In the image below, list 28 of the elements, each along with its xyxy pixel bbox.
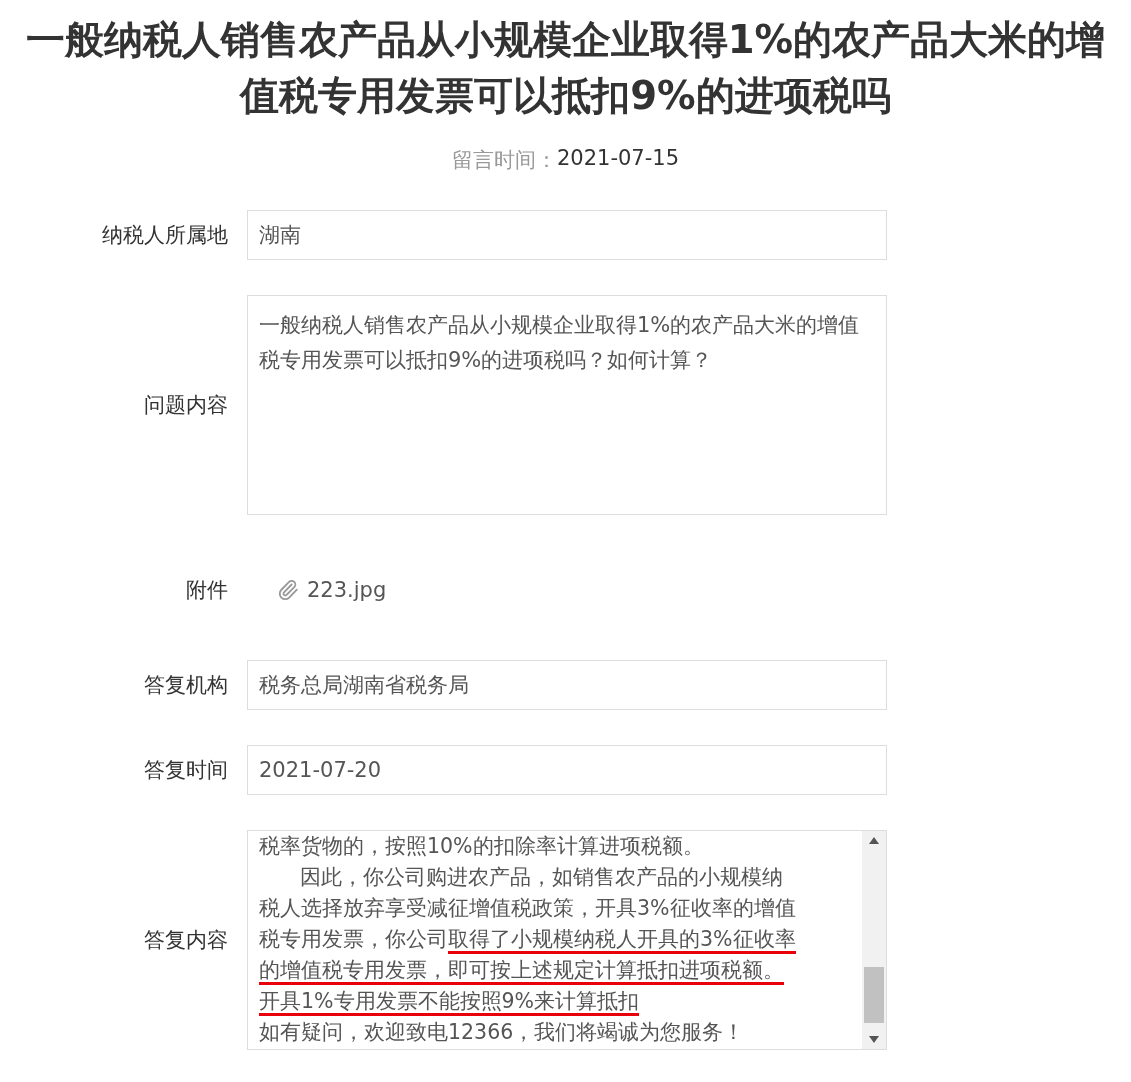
field-label: 答复内容 [144, 927, 228, 954]
page-title: 一般纳税人销售农产品从小规模企业取得1%的农产品大米的增值税专用发票可以抵扣9%的进项税吗 [24, 16, 1107, 120]
answer-text: 如有疑问，欢迎致电12366，我们将竭诚为您服务！ [259, 1020, 745, 1044]
answer-text-area[interactable]: 税率货物的，按照10%的扣除率计算进项税额。 因此，你公司购进农产品，如销售农产品的小规模纳 税人选择放弃享受减征增值税政策，开具3%征收率的增值 税专用发票，你公司取得了小规模纳税人开具的3%征收率 的增值税专用发票，即可按上述规定计算抵扣进项税额。 开具1%专用发票不能按照9%来计算抵扣 如有疑问，欢迎致电12366，我们将竭诚为您服务！ [247, 830, 887, 1050]
attachment-link[interactable]: 223.jpg [307, 578, 387, 602]
text-area[interactable]: 一般纳税人销售农产品从小规模企业取得1%的农产品大米的增值税专用发票可以抵扣9%的进项税吗？如何计算？ [247, 295, 887, 515]
text-field[interactable]: 2021-07-20 [247, 745, 887, 795]
meta-date: 2021-07-15 [556, 146, 679, 172]
text-field[interactable]: 湖南 [247, 210, 887, 260]
field-label: 纳税人所属地 [102, 222, 228, 249]
scrollbar[interactable] [862, 831, 886, 1049]
scroll-up-icon[interactable] [869, 837, 879, 844]
underlined-text: 开具1%专用发票不能按照9%来计算抵扣 [259, 989, 640, 1016]
underlined-text: 的增值税专用发票，即可按上述规定计算抵扣进项税额。 [259, 958, 784, 985]
underlined-text: 取得了小规模纳税人开具的3%征收率 [448, 927, 796, 954]
scroll-down-icon[interactable] [869, 1036, 879, 1043]
answer-text: 因此，你公司购进农产品，如销售农产品的小规模纳 [300, 865, 783, 889]
field-label: 问题内容 [144, 392, 228, 419]
answer-text: 税率货物的，按照10%的扣除率计算进项税额。 [259, 834, 704, 858]
field-label: 答复机构 [144, 672, 228, 699]
text-field[interactable]: 税务总局湖南省税务局 [247, 660, 887, 710]
meta-label: 留言时间： [451, 147, 557, 174]
scroll-thumb[interactable] [864, 967, 884, 1023]
paperclip-icon [277, 579, 299, 601]
answer-text: 税人选择放弃享受减征增值税政策，开具3%征收率的增值 [259, 896, 796, 920]
answer-text: 税专用发票，你公司 [259, 927, 448, 951]
field-label: 附件 [186, 577, 228, 604]
field-label: 答复时间 [144, 757, 228, 784]
